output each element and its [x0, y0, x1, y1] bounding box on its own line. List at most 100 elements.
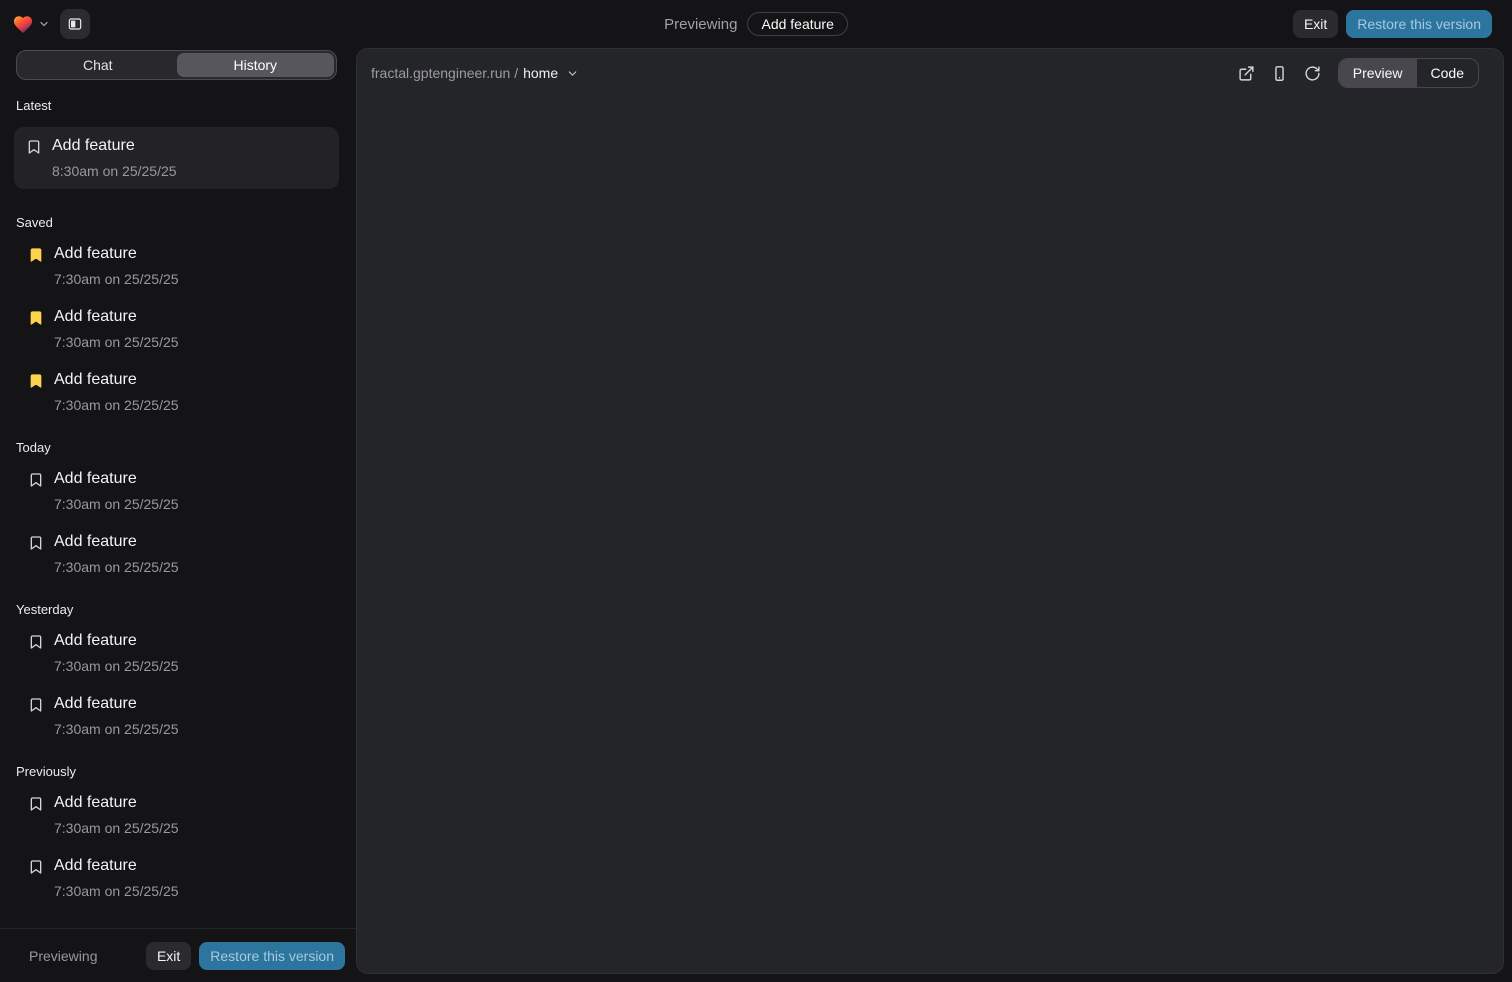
section-items: Add feature8:30am on 25/25/25 — [16, 127, 337, 189]
url-prefix: fractal.gptengineer.run / — [371, 65, 518, 81]
url-breadcrumb[interactable]: fractal.gptengineer.run / home — [371, 65, 579, 81]
history-section-previously: PreviouslyAdd feature7:30am on 25/25/25A… — [16, 764, 337, 900]
version-item-text: Add feature 7:30am on 25/25/25 — [54, 631, 179, 675]
version-item-title: Add feature — [54, 793, 179, 812]
version-item-timestamp: 7:30am on 25/25/25 — [54, 271, 179, 288]
version-item-title: Add feature — [54, 244, 179, 263]
version-item-timestamp: 7:30am on 25/25/25 — [54, 334, 179, 351]
bookmark-icon — [28, 634, 44, 650]
section-title: Latest — [16, 98, 337, 113]
logo-group[interactable] — [12, 14, 50, 34]
open-in-new-tab-button[interactable] — [1238, 64, 1256, 82]
preview-code-toggle: PreviewCode — [1338, 58, 1479, 88]
version-item-text: Add feature 7:30am on 25/25/25 — [54, 694, 179, 738]
version-item-text: Add feature7:30am on 25/25/25 — [54, 793, 179, 837]
version-item-title: Add feature — [54, 631, 179, 650]
sidebar-toggle-button[interactable] — [60, 9, 90, 39]
version-item-text: Add feature 7:30am on 25/25/25 — [54, 469, 179, 513]
version-item[interactable]: Add feature 7:30am on 25/25/25 — [16, 244, 337, 288]
toggle-preview[interactable]: Preview — [1339, 59, 1417, 87]
lovable-heart-logo — [12, 14, 34, 34]
section-items: Add feature7:30am on 25/25/25Add feature… — [16, 631, 337, 738]
version-item[interactable]: Add feature7:30am on 25/25/25 — [16, 793, 337, 837]
version-item-timestamp: 7:30am on 25/25/25 — [54, 496, 179, 513]
footer-exit-button[interactable]: Exit — [146, 942, 191, 970]
chevron-down-icon — [38, 18, 50, 30]
section-title: Today — [16, 440, 337, 455]
previewing-label: Previewing — [664, 16, 737, 33]
history-list: Latest Add feature8:30am on 25/25/25 Saved… — [0, 80, 356, 928]
preview-panel: fractal.gptengineer.run / home — [356, 48, 1504, 974]
refresh-button[interactable] — [1304, 64, 1322, 82]
version-item[interactable]: Add feature 7:30am on 25/25/25 — [16, 307, 337, 351]
version-item[interactable]: Add feature 7:30am on 25/25/25 — [16, 631, 337, 675]
bookmark-icon — [28, 472, 44, 488]
version-item-timestamp: 7:30am on 25/25/25 — [54, 883, 179, 900]
section-title: Previously — [16, 764, 337, 779]
section-items: Add feature7:30am on 25/25/25Add feature… — [16, 244, 337, 414]
bookmark-filled-icon — [28, 247, 44, 263]
footer-previewing-label: Previewing — [29, 948, 97, 964]
bookmark-icon — [26, 139, 42, 155]
version-item[interactable]: Add feature 7:30am on 25/25/25 — [16, 856, 337, 900]
version-item-timestamp: 7:30am on 25/25/25 — [54, 658, 179, 675]
smartphone-icon — [1271, 65, 1288, 82]
version-item-title: Add feature — [54, 694, 179, 713]
restore-version-button[interactable]: Restore this version — [1346, 10, 1492, 38]
version-item-text: Add feature 7:30am on 25/25/25 — [54, 532, 179, 576]
mobile-view-button[interactable] — [1271, 64, 1289, 82]
exit-button[interactable]: Exit — [1293, 10, 1338, 38]
section-items: Add feature7:30am on 25/25/25Add feature… — [16, 469, 337, 576]
preview-content[interactable] — [357, 97, 1503, 973]
version-item-title: Add feature — [54, 469, 179, 488]
version-item-text: Add feature8:30am on 25/25/25 — [52, 136, 177, 180]
section-items: Add feature 7:30am on 25/25/25 Add feature… — [16, 793, 337, 900]
bookmark-icon — [28, 697, 44, 713]
toggle-code[interactable]: Code — [1417, 59, 1478, 87]
section-title: Yesterday — [16, 602, 337, 617]
version-item-text: Add feature 7:30am on 25/25/25 — [54, 856, 179, 900]
sidebar-tabs: ChatHistory — [16, 50, 337, 80]
refresh-icon — [1304, 65, 1321, 82]
version-item-title: Add feature — [54, 370, 179, 389]
preview-status-group: Previewing Add feature — [664, 12, 848, 36]
tab-history[interactable]: History — [177, 53, 335, 77]
version-item[interactable]: Add feature 7:30am on 25/25/25 — [16, 694, 337, 738]
version-item[interactable]: Add feature8:30am on 25/25/25 — [14, 127, 339, 189]
bookmark-icon — [28, 535, 44, 551]
version-item-text: Add feature 7:30am on 25/25/25 — [54, 370, 179, 414]
version-item-title: Add feature — [54, 532, 179, 551]
history-section-today: TodayAdd feature7:30am on 25/25/25Add fe… — [16, 440, 337, 576]
url-page: home — [523, 65, 558, 81]
version-item-title: Add feature — [52, 136, 177, 155]
top-bar: Previewing Add feature Exit Restore this… — [0, 0, 1512, 48]
external-link-icon — [1238, 65, 1255, 82]
history-section-yesterday: YesterdayAdd feature7:30am on 25/25/25Ad… — [16, 602, 337, 738]
tab-chat[interactable]: Chat — [19, 53, 177, 77]
bookmark-icon — [28, 859, 44, 875]
version-item[interactable]: Add feature 7:30am on 25/25/25 — [16, 532, 337, 576]
version-item-text: Add feature 7:30am on 25/25/25 — [54, 307, 179, 351]
version-item[interactable]: Add feature 7:30am on 25/25/25 — [16, 469, 337, 513]
preview-header: fractal.gptengineer.run / home — [357, 49, 1503, 97]
version-item-text: Add feature 7:30am on 25/25/25 — [54, 244, 179, 288]
version-badge[interactable]: Add feature — [747, 12, 847, 36]
version-item-timestamp: 7:30am on 25/25/25 — [54, 721, 179, 738]
bookmark-icon — [28, 796, 44, 812]
chevron-down-icon — [566, 67, 579, 80]
version-item[interactable]: Add feature 7:30am on 25/25/25 — [16, 370, 337, 414]
bookmark-filled-icon — [28, 373, 44, 389]
top-bar-actions: Exit Restore this version — [1293, 10, 1492, 38]
bookmark-filled-icon — [28, 310, 44, 326]
section-title: Saved — [16, 215, 337, 230]
sidebar-footer: Previewing Exit Restore this version — [0, 928, 356, 982]
history-section-saved: SavedAdd feature7:30am on 25/25/25Add fe… — [16, 215, 337, 414]
version-item-timestamp: 7:30am on 25/25/25 — [54, 559, 179, 576]
version-item-title: Add feature — [54, 856, 179, 875]
footer-restore-version-button[interactable]: Restore this version — [199, 942, 345, 970]
history-section-latest: Latest Add feature8:30am on 25/25/25 — [16, 98, 337, 189]
version-item-title: Add feature — [54, 307, 179, 326]
sidebar: ChatHistory Latest Add feature8:30am on 2… — [0, 48, 356, 982]
preview-header-icons — [1238, 64, 1322, 82]
version-item-timestamp: 7:30am on 25/25/25 — [54, 397, 179, 414]
